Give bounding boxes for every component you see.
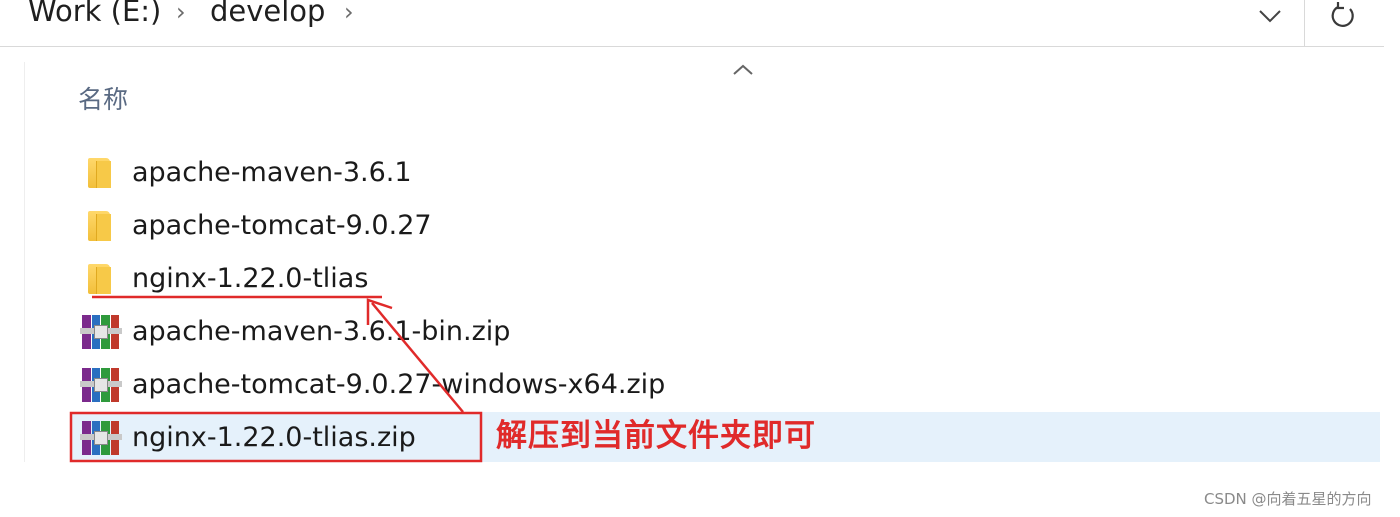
- annotation-text: 解压到当前文件夹即可: [496, 418, 816, 454]
- breadcrumb-chevron-icon[interactable]: ›: [176, 0, 186, 26]
- chevron-down-icon[interactable]: [1250, 0, 1290, 34]
- divider: [1304, 0, 1305, 46]
- breadcrumb-drive[interactable]: Work (E:): [28, 0, 161, 28]
- watermark: CSDN @向着五星的方向: [1204, 490, 1372, 508]
- file-name: nginx-1.22.0-tlias: [132, 262, 369, 294]
- file-name: nginx-1.22.0-tlias.zip: [132, 421, 416, 453]
- list-item[interactable]: apache-maven-3.6.1: [70, 147, 1380, 197]
- archive-icon: [80, 364, 128, 404]
- folder-icon: [80, 258, 128, 298]
- folder-icon: [80, 152, 128, 192]
- column-header-name[interactable]: 名称: [78, 80, 128, 116]
- list-item[interactable]: nginx-1.22.0-tlias: [70, 253, 1380, 303]
- archive-icon: [80, 417, 128, 457]
- list-item[interactable]: apache-tomcat-9.0.27: [70, 200, 1380, 250]
- archive-icon: [80, 311, 128, 351]
- address-bar[interactable]: Work (E:) › develop ›: [0, 0, 1384, 47]
- file-name: apache-tomcat-9.0.27-windows-x64.zip: [132, 368, 666, 400]
- breadcrumb-folder[interactable]: develop: [210, 0, 325, 28]
- refresh-icon[interactable]: [1320, 0, 1366, 36]
- list-item[interactable]: apache-tomcat-9.0.27-windows-x64.zip: [70, 359, 1380, 409]
- list-item[interactable]: apache-maven-3.6.1-bin.zip: [70, 306, 1380, 356]
- file-name: apache-maven-3.6.1: [132, 156, 412, 188]
- sort-ascending-icon: [732, 60, 754, 81]
- file-name: apache-maven-3.6.1-bin.zip: [132, 315, 511, 347]
- breadcrumb-chevron-icon[interactable]: ›: [344, 0, 354, 26]
- file-name: apache-tomcat-9.0.27: [132, 209, 432, 241]
- folder-icon: [80, 205, 128, 245]
